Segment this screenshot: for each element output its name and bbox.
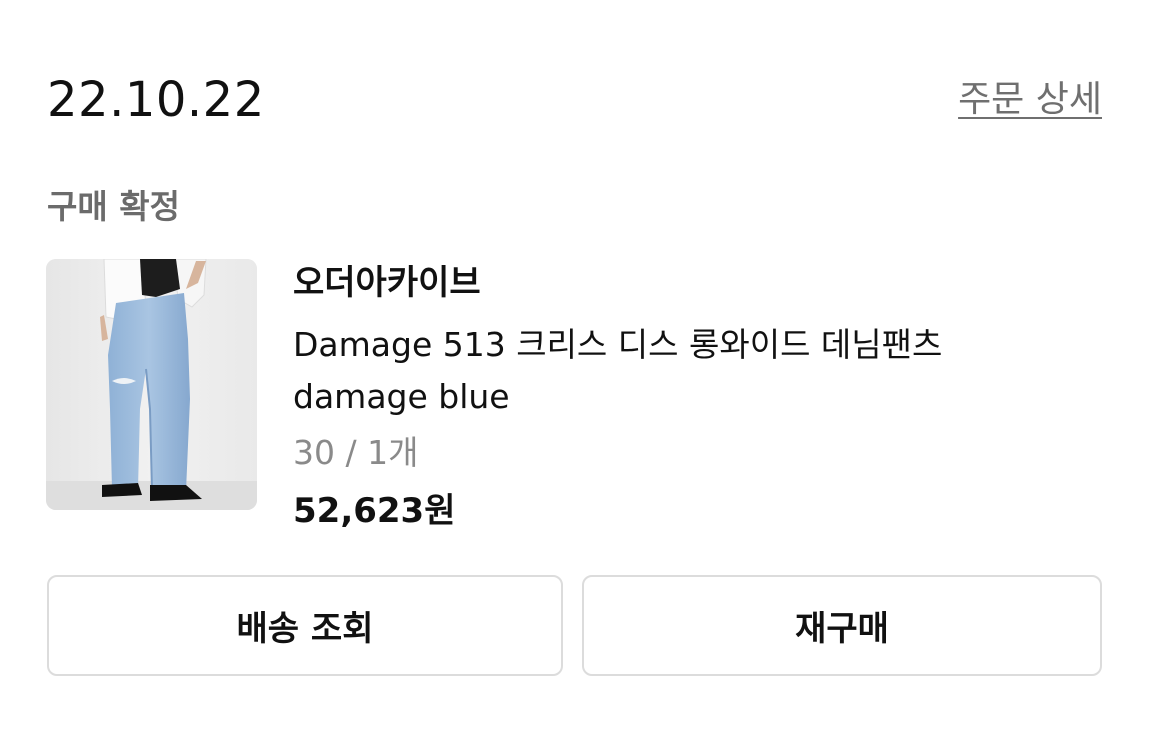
order-detail-link[interactable]: 주문 상세 (958, 78, 1102, 122)
product-color[interactable]: damage blue (293, 371, 510, 423)
product-thumbnail[interactable] (46, 259, 257, 510)
product-price: 52,623원 (293, 491, 456, 531)
track-delivery-button[interactable]: 배송 조회 (47, 575, 563, 676)
reorder-button[interactable]: 재구매 (582, 575, 1102, 676)
product-brand[interactable]: 오더아카이브 (293, 259, 481, 307)
product-photo-icon (46, 259, 257, 510)
order-status: 구매 확정 (47, 187, 180, 226)
order-date: 22.10.22 (47, 72, 265, 128)
product-name[interactable]: Damage 513 크리스 디스 롱와이드 데님팬츠 (293, 319, 942, 371)
product-option: 30 / 1개 (293, 433, 419, 472)
